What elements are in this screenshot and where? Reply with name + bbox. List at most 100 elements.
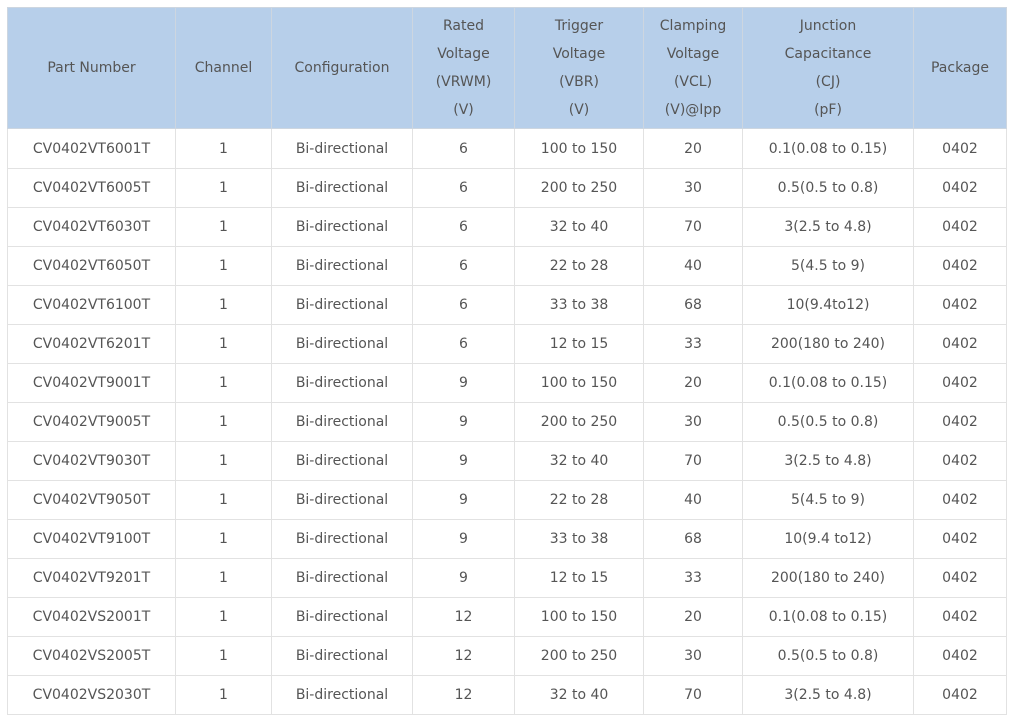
cell-part-number: CV0402VT6001T bbox=[7, 128, 176, 169]
cell-configuration: Bi-directional bbox=[271, 207, 413, 247]
cell-rated-voltage: 6 bbox=[412, 128, 515, 169]
header-configuration: Configuration bbox=[271, 7, 413, 129]
header-channel: Channel bbox=[175, 7, 272, 129]
cell-part-number: CV0402VT9100T bbox=[7, 519, 176, 559]
cell-package: 0402 bbox=[913, 285, 1007, 325]
cell-package: 0402 bbox=[913, 402, 1007, 442]
cell-channel: 1 bbox=[175, 207, 272, 247]
cell-trigger-voltage: 100 to 150 bbox=[514, 363, 644, 403]
table-row: CV0402VT9201T 1 Bi-directional 9 12 to 15 33 2… bbox=[7, 558, 1007, 598]
cell-package: 0402 bbox=[913, 128, 1007, 169]
cell-junction-capacitance: 200(180 to 240) bbox=[742, 558, 914, 598]
cell-rated-voltage: 9 bbox=[412, 363, 515, 403]
cell-part-number: CV0402VS2005T bbox=[7, 636, 176, 676]
cell-package: 0402 bbox=[913, 324, 1007, 364]
cell-configuration: Bi-directional bbox=[271, 597, 413, 637]
cell-configuration: Bi-directional bbox=[271, 402, 413, 442]
cell-trigger-voltage: 200 to 250 bbox=[514, 402, 644, 442]
cell-junction-capacitance: 10(9.4to12) bbox=[742, 285, 914, 325]
table-row: CV0402VS2030T 1 Bi-directional 12 32 to 40 70… bbox=[7, 675, 1007, 715]
cell-part-number: CV0402VT6100T bbox=[7, 285, 176, 325]
cell-package: 0402 bbox=[913, 519, 1007, 559]
table-row: CV0402VS2001T 1 Bi-directional 12 100 to 150… bbox=[7, 597, 1007, 637]
cell-trigger-voltage: 22 to 28 bbox=[514, 480, 644, 520]
cell-channel: 1 bbox=[175, 597, 272, 637]
cell-channel: 1 bbox=[175, 441, 272, 481]
cell-trigger-voltage: 22 to 28 bbox=[514, 246, 644, 286]
header-trigger-voltage: Trigger Voltage (VBR) (V) bbox=[514, 7, 644, 129]
cell-part-number: CV0402VT9005T bbox=[7, 402, 176, 442]
header-clamping-voltage: Clamping Voltage (VCL) (V)@Ipp bbox=[643, 7, 743, 129]
cell-channel: 1 bbox=[175, 128, 272, 169]
cell-junction-capacitance: 3(2.5 to 4.8) bbox=[742, 675, 914, 715]
cell-clamping-voltage: 70 bbox=[643, 441, 743, 481]
table-row: CV0402VT9005T 1 Bi-directional 9 200 to 250 3… bbox=[7, 402, 1007, 442]
cell-package: 0402 bbox=[913, 207, 1007, 247]
cell-rated-voltage: 9 bbox=[412, 402, 515, 442]
cell-configuration: Bi-directional bbox=[271, 441, 413, 481]
cell-configuration: Bi-directional bbox=[271, 636, 413, 676]
cell-part-number: CV0402VS2030T bbox=[7, 675, 176, 715]
cell-channel: 1 bbox=[175, 246, 272, 286]
cell-package: 0402 bbox=[913, 675, 1007, 715]
cell-junction-capacitance: 0.5(0.5 to 0.8) bbox=[742, 168, 914, 208]
table-row: CV0402VT9001T 1 Bi-directional 9 100 to 150 2… bbox=[7, 363, 1007, 403]
cell-channel: 1 bbox=[175, 636, 272, 676]
cell-clamping-voltage: 68 bbox=[643, 285, 743, 325]
cell-clamping-voltage: 33 bbox=[643, 324, 743, 364]
cell-rated-voltage: 6 bbox=[412, 168, 515, 208]
cell-channel: 1 bbox=[175, 480, 272, 520]
cell-package: 0402 bbox=[913, 363, 1007, 403]
cell-rated-voltage: 12 bbox=[412, 636, 515, 676]
cell-configuration: Bi-directional bbox=[271, 246, 413, 286]
header-part-number: Part Number bbox=[7, 7, 176, 129]
cell-package: 0402 bbox=[913, 168, 1007, 208]
cell-clamping-voltage: 30 bbox=[643, 402, 743, 442]
table-row: CV0402VT6050T 1 Bi-directional 6 22 to 28 40 5… bbox=[7, 246, 1007, 286]
cell-channel: 1 bbox=[175, 168, 272, 208]
cell-configuration: Bi-directional bbox=[271, 363, 413, 403]
table-row: CV0402VT6030T 1 Bi-directional 6 32 to 40 70 3… bbox=[7, 207, 1007, 247]
cell-package: 0402 bbox=[913, 597, 1007, 637]
table-row: CV0402VT6201T 1 Bi-directional 6 12 to 15 33 2… bbox=[7, 324, 1007, 364]
cell-configuration: Bi-directional bbox=[271, 324, 413, 364]
cell-channel: 1 bbox=[175, 519, 272, 559]
tvs-spec-table: Part Number Channel Configuration Rated … bbox=[7, 7, 1007, 715]
header-package: Package bbox=[913, 7, 1007, 129]
cell-junction-capacitance: 5(4.5 to 9) bbox=[742, 246, 914, 286]
cell-rated-voltage: 6 bbox=[412, 285, 515, 325]
cell-configuration: Bi-directional bbox=[271, 128, 413, 169]
cell-clamping-voltage: 70 bbox=[643, 675, 743, 715]
cell-trigger-voltage: 33 to 38 bbox=[514, 285, 644, 325]
header-row: Part Number Channel Configuration Rated … bbox=[7, 7, 1007, 129]
cell-trigger-voltage: 12 to 15 bbox=[514, 324, 644, 364]
cell-junction-capacitance: 0.1(0.08 to 0.15) bbox=[742, 597, 914, 637]
cell-part-number: CV0402VT6030T bbox=[7, 207, 176, 247]
table-row: CV0402VT9100T 1 Bi-directional 9 33 to 38 68 1… bbox=[7, 519, 1007, 559]
cell-part-number: CV0402VT6050T bbox=[7, 246, 176, 286]
cell-channel: 1 bbox=[175, 324, 272, 364]
cell-channel: 1 bbox=[175, 675, 272, 715]
cell-trigger-voltage: 32 to 40 bbox=[514, 441, 644, 481]
cell-channel: 1 bbox=[175, 402, 272, 442]
cell-clamping-voltage: 70 bbox=[643, 207, 743, 247]
cell-part-number: CV0402VT9001T bbox=[7, 363, 176, 403]
cell-channel: 1 bbox=[175, 363, 272, 403]
cell-rated-voltage: 9 bbox=[412, 519, 515, 559]
table-row: CV0402VT9050T 1 Bi-directional 9 22 to 28 40 5… bbox=[7, 480, 1007, 520]
cell-junction-capacitance: 0.1(0.08 to 0.15) bbox=[742, 128, 914, 169]
cell-part-number: CV0402VT6005T bbox=[7, 168, 176, 208]
cell-trigger-voltage: 32 to 40 bbox=[514, 207, 644, 247]
cell-clamping-voltage: 20 bbox=[643, 128, 743, 169]
cell-rated-voltage: 12 bbox=[412, 675, 515, 715]
cell-clamping-voltage: 40 bbox=[643, 480, 743, 520]
cell-trigger-voltage: 200 to 250 bbox=[514, 168, 644, 208]
cell-junction-capacitance: 0.5(0.5 to 0.8) bbox=[742, 402, 914, 442]
cell-clamping-voltage: 20 bbox=[643, 363, 743, 403]
cell-part-number: CV0402VT6201T bbox=[7, 324, 176, 364]
table-row: CV0402VS2005T 1 Bi-directional 12 200 to 250… bbox=[7, 636, 1007, 676]
cell-configuration: Bi-directional bbox=[271, 558, 413, 598]
cell-clamping-voltage: 30 bbox=[643, 168, 743, 208]
cell-trigger-voltage: 12 to 15 bbox=[514, 558, 644, 598]
cell-configuration: Bi-directional bbox=[271, 480, 413, 520]
